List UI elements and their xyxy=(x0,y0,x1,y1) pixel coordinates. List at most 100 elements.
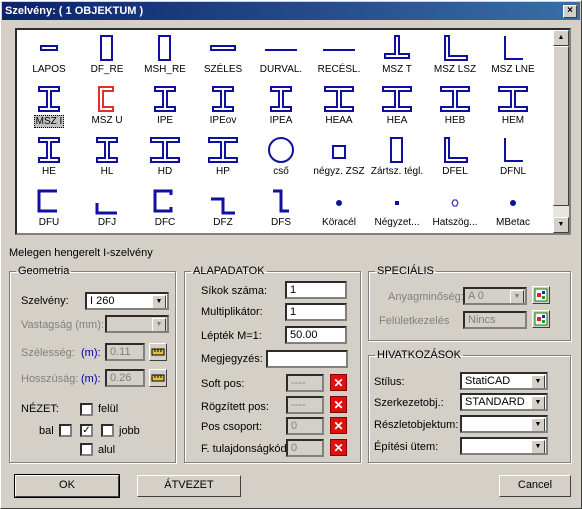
i-beam-icon xyxy=(96,137,118,163)
gallery-item[interactable]: DFC xyxy=(135,187,195,235)
gallery-item[interactable]: Négyzet... xyxy=(367,187,427,235)
soft-input[interactable]: ---- xyxy=(286,374,324,392)
chevron-down-icon[interactable]: ▼ xyxy=(531,375,545,388)
epitesi-select[interactable]: ▼ xyxy=(460,437,548,455)
gallery-item[interactable]: DFU xyxy=(19,187,79,235)
clear-x-icon[interactable]: ✕ xyxy=(330,417,347,434)
title-bar[interactable]: Szelvény: ( 1 OBJEKTUM ) × xyxy=(2,2,580,20)
gallery-item[interactable]: IPE xyxy=(135,85,195,133)
szelesseg-label: Szélesség: xyxy=(21,347,75,359)
alul-checkbox[interactable] xyxy=(80,443,93,456)
bal-checkbox[interactable] xyxy=(59,424,72,437)
felulet-input[interactable]: Nincs xyxy=(463,311,527,329)
gallery-item[interactable]: DFJ xyxy=(77,187,137,235)
gallery-item[interactable]: HP xyxy=(193,136,253,184)
clear-x-icon[interactable]: ✕ xyxy=(330,396,347,413)
megj-input[interactable] xyxy=(266,350,348,368)
gallery-item[interactable]: DFNL xyxy=(483,136,543,184)
pos-input[interactable]: 0 xyxy=(286,417,324,435)
gallery-item[interactable]: IPEA xyxy=(251,85,311,133)
h-beam-icon xyxy=(440,86,470,112)
szelveny-select[interactable]: I 260 ▼ xyxy=(85,292,169,310)
ruler-icon[interactable] xyxy=(149,369,167,387)
gallery-item[interactable]: DURVAL. xyxy=(251,34,311,82)
gallery-item[interactable]: MSZ LSZ xyxy=(425,34,485,82)
material-palette-icon[interactable] xyxy=(532,286,550,304)
close-button[interactable]: × xyxy=(563,5,577,18)
gallery-item[interactable]: HEAA xyxy=(309,85,369,133)
gallery-item[interactable]: MSH_RE xyxy=(135,34,195,82)
gallery-item-label: SZÉLES xyxy=(203,64,243,75)
chevron-down-icon[interactable]: ▼ xyxy=(510,290,524,303)
gallery-item[interactable]: Hatszög... xyxy=(425,187,485,235)
gallery-item-label: DFEL xyxy=(442,166,468,177)
gallery-item[interactable]: MSZ LNE xyxy=(483,34,543,82)
gallery-item[interactable]: MBetac xyxy=(483,187,543,235)
chevron-down-icon[interactable]: ▼ xyxy=(531,418,545,431)
gallery-scrollbar[interactable]: ▲ ▼ xyxy=(553,30,569,233)
gallery-item[interactable]: RECÉSL. xyxy=(309,34,369,82)
gallery-item[interactable]: cső xyxy=(251,136,311,184)
stilus-select[interactable]: StatiCAD ▼ xyxy=(460,372,548,390)
gallery-item[interactable]: HE xyxy=(19,136,79,184)
gallery-item[interactable]: DFEL xyxy=(425,136,485,184)
hosszusag-input[interactable]: 0.26 xyxy=(105,369,145,387)
szelesseg-input[interactable]: 0.11 xyxy=(105,343,145,361)
lepetek-label: Lépték M=1: xyxy=(201,330,262,342)
ftul-input[interactable]: 0 xyxy=(286,439,324,457)
chevron-down-icon[interactable]: ▼ xyxy=(152,318,166,331)
gallery-item[interactable]: DFS xyxy=(251,187,311,235)
felul-checkbox[interactable] xyxy=(80,403,93,416)
jobb-checkbox[interactable] xyxy=(101,424,114,437)
multi-input[interactable]: 1 xyxy=(285,303,347,321)
ok-button[interactable]: OK xyxy=(14,474,120,498)
chevron-down-icon[interactable]: ▼ xyxy=(531,396,545,409)
scroll-down-icon[interactable]: ▼ xyxy=(553,217,569,233)
gallery-item[interactable]: DFZ xyxy=(193,187,253,235)
gallery-item[interactable]: HEA xyxy=(367,85,427,133)
center-checkbox[interactable]: ✓ xyxy=(80,424,93,437)
gallery-item[interactable]: HL xyxy=(77,136,137,184)
szerk-value: STANDARD xyxy=(465,396,525,408)
gallery-item[interactable]: SZÉLES xyxy=(193,34,253,82)
gallery-item[interactable]: Köracél xyxy=(309,187,369,235)
gallery-item[interactable]: HEB xyxy=(425,85,485,133)
szerk-select[interactable]: STANDARD ▼ xyxy=(460,393,548,411)
clear-x-icon[interactable]: ✕ xyxy=(330,439,347,456)
gallery-item[interactable]: HEM xyxy=(483,85,543,133)
vastagsag-select[interactable]: ▼ xyxy=(105,315,169,333)
gallery-item[interactable]: MSZ U xyxy=(77,85,137,133)
scroll-up-icon[interactable]: ▲ xyxy=(553,30,569,46)
sikok-input[interactable]: 1 xyxy=(285,281,347,299)
i-beam-icon xyxy=(212,86,234,112)
chevron-down-icon[interactable]: ▼ xyxy=(152,295,166,308)
reszlet-select[interactable]: ▼ xyxy=(460,415,548,433)
h-beam-icon xyxy=(498,86,528,112)
square-bar-icon xyxy=(395,201,399,205)
surface-palette-icon[interactable] xyxy=(532,310,550,328)
clear-x-icon[interactable]: ✕ xyxy=(330,374,347,391)
chevron-down-icon[interactable]: ▼ xyxy=(531,440,545,453)
tube-icon xyxy=(268,137,294,163)
gallery-item-label: MSZ U xyxy=(91,115,123,126)
gallery-item[interactable]: DF_RE xyxy=(77,34,137,82)
ruler-icon[interactable] xyxy=(149,343,167,361)
scroll-thumb[interactable] xyxy=(553,46,569,206)
lepetek-input[interactable]: 50.00 xyxy=(285,326,347,344)
gallery-item-label: HD xyxy=(157,166,173,177)
i-beam-icon xyxy=(270,86,292,112)
gallery-item[interactable]: MSZ I xyxy=(19,85,79,133)
gallery-item[interactable]: négyz. ZSZ xyxy=(309,136,369,184)
gallery-item[interactable]: HD xyxy=(135,136,195,184)
gallery-item[interactable]: LAPOS xyxy=(19,34,79,82)
gallery-item[interactable]: IPEov xyxy=(193,85,253,133)
gallery-item[interactable]: MSZ T xyxy=(367,34,427,82)
gallery-item[interactable]: Zártsz. tégl. xyxy=(367,136,427,184)
gallery-item-label: HL xyxy=(100,166,114,177)
atvezet-button[interactable]: ÁTVEZET xyxy=(137,475,241,497)
anyag-select[interactable]: A 0 ▼ xyxy=(463,287,527,305)
profile-gallery[interactable]: LAPOS DF_RE MSH_RE SZÉLES DURVAL. RECÉSL. MSZ … xyxy=(15,28,571,235)
round-bar-icon xyxy=(510,200,516,206)
rogz-input[interactable]: ---- xyxy=(286,396,324,414)
cancel-button[interactable]: Cancel xyxy=(499,475,571,497)
